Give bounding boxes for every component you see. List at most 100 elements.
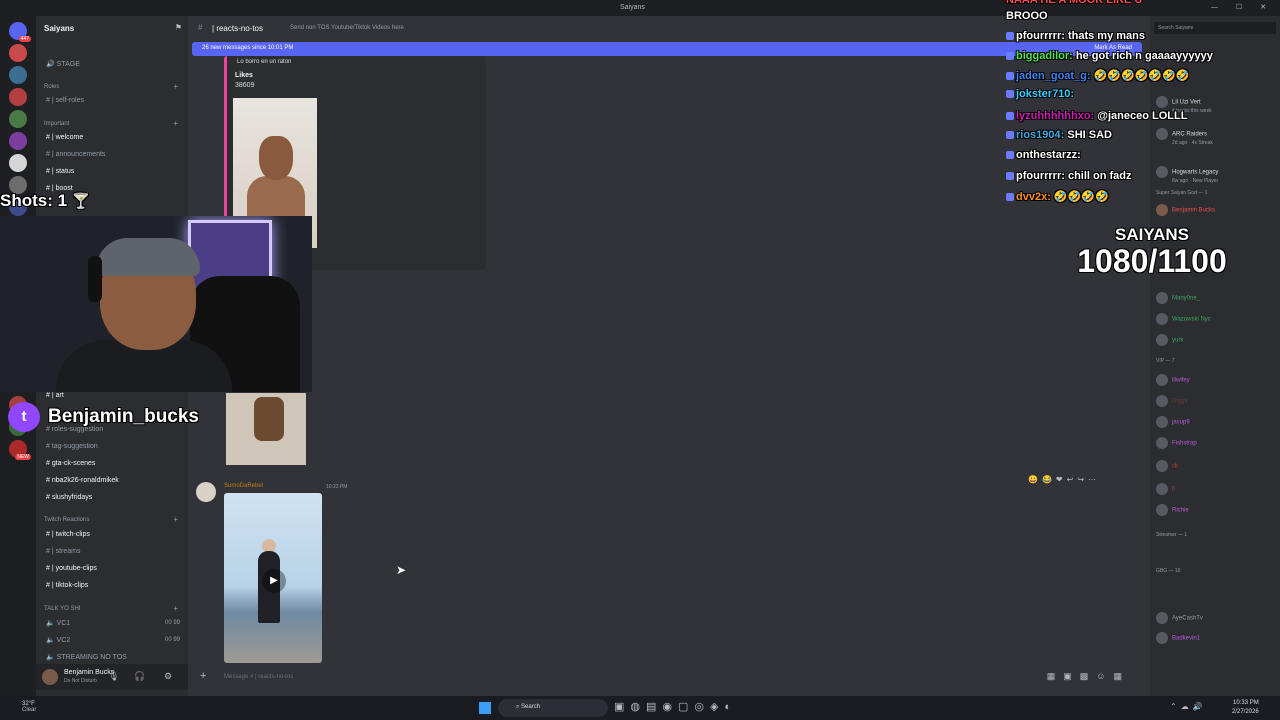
channel-tiktok-clips[interactable]: # | tiktok-clips — [46, 582, 88, 589]
avatar[interactable] — [196, 482, 216, 502]
chat-badge-icon — [1006, 52, 1014, 61]
message-composer[interactable]: + Message # | reacts-no-tos ▦▣▩☺▦ — [196, 666, 1138, 688]
chat-username: dvv2x: — [1016, 191, 1054, 203]
notification-badge: 447 — [18, 36, 31, 42]
chat-username: jokster710: — [1016, 88, 1075, 100]
clock[interactable]: 10:33 PM 2/27/2026 — [1232, 699, 1259, 717]
member-item[interactable]: Badkevin1 — [1156, 632, 1200, 644]
search-input[interactable]: Search Saiyans — [1154, 22, 1276, 34]
member-item[interactable]: Diggs — [1156, 395, 1187, 407]
cocktail-icon: 🍸 — [71, 193, 91, 210]
member-item[interactable]: Hogwarts Legacy 8w ago · New Player — [1156, 166, 1218, 184]
window-controls[interactable]: — ☐ ✕ — [1211, 3, 1274, 11]
headset — [88, 256, 102, 302]
taskbar: 32°F Clear ⌕ Search ▣◍▤◉▢◎◈◐ ⌃☁🔊 10:33 PM… — [0, 696, 1280, 720]
windows-start-icon[interactable] — [479, 702, 491, 714]
video-attachment[interactable]: ▶ — [224, 493, 322, 663]
server-icon[interactable] — [9, 66, 27, 84]
channel-self-roles[interactable]: # | self-roles — [46, 97, 84, 104]
category-roles[interactable]: Roles — [44, 84, 59, 90]
server-icon[interactable] — [9, 154, 27, 172]
member-item[interactable]: Many0ne_ — [1156, 292, 1200, 304]
channel-twitch-clips[interactable]: # | twitch-clips — [46, 531, 90, 538]
member-item[interactable]: Wazowski Nyc — [1156, 313, 1211, 325]
member-name: 0 — [1172, 486, 1176, 493]
member-item[interactable]: Richie — [1156, 504, 1189, 516]
member-item[interactable]: Fishstrap — [1156, 437, 1197, 449]
member-name: Diggs — [1172, 398, 1188, 405]
chat-username: pfourrrrr: — [1016, 30, 1068, 42]
member-item[interactable]: lilwifey — [1156, 374, 1190, 386]
taskbar-search[interactable]: ⌕ Search — [498, 699, 608, 717]
member-name: jasup9 — [1172, 419, 1190, 426]
headphones-icon[interactable]: 🎧 — [134, 671, 145, 682]
channel-nba[interactable]: # nba2k26-ronaldmikek — [46, 477, 119, 484]
member-item[interactable]: ck — [1156, 460, 1178, 472]
server-icon[interactable] — [9, 44, 27, 62]
member-item[interactable]: Benjamin Bucks — [1156, 204, 1215, 216]
avatar[interactable] — [42, 669, 58, 685]
category-important[interactable]: Important — [44, 121, 69, 127]
add-channel-icon[interactable]: + — [173, 515, 178, 524]
system-tray-icon[interactable]: ⌃☁🔊 — [1170, 702, 1207, 711]
channel-announcements[interactable]: # | announcements — [46, 151, 105, 158]
pinned-apps-icon[interactable]: ▣◍▤◉▢◎◈◐ — [614, 700, 737, 713]
channel-art[interactable]: # | art — [46, 392, 64, 399]
thumbnail-face — [259, 136, 293, 180]
embed-thumbnail-second[interactable] — [226, 393, 306, 465]
channel-status[interactable]: # | status — [46, 168, 74, 175]
member-item[interactable]: jasup9 — [1156, 416, 1190, 428]
weather-widget[interactable]: 32°F Clear — [22, 701, 36, 713]
goal-value: 1080/1100 — [1077, 243, 1227, 279]
add-channel-icon[interactable]: + — [173, 119, 178, 128]
guild-name[interactable]: Saiyans — [44, 24, 74, 33]
channel-slushy[interactable]: # slushyfridays — [46, 494, 92, 501]
voice-streaming[interactable]: 🔈 STREAMING NO TOS — [46, 653, 127, 661]
microphone-icon[interactable]: 🎙 — [108, 671, 119, 682]
message-input[interactable]: Message # | reacts-no-tos — [224, 674, 293, 680]
server-icon[interactable]: 447 — [9, 22, 31, 42]
member-item[interactable]: ARC Raiders 2d ago · 4x Streak — [1156, 128, 1213, 146]
channel-streams[interactable]: # | streams — [46, 548, 81, 555]
likes-value: 38609 — [235, 82, 255, 89]
message-author[interactable]: SumoDaRebel — [224, 483, 263, 489]
server-icon[interactable]: NEW — [9, 440, 31, 460]
member-item[interactable]: yurk — [1156, 334, 1183, 346]
add-member-icon[interactable]: ⚑ — [175, 23, 182, 32]
add-attachment-icon[interactable]: + — [200, 670, 206, 682]
member-item[interactable]: AyeCashTv — [1156, 612, 1203, 624]
server-icon[interactable] — [9, 132, 27, 150]
message-actions[interactable]: 😀😂❤↩↪⋯ — [1028, 475, 1138, 489]
avatar — [1156, 374, 1168, 386]
webcam-overlay — [0, 216, 312, 392]
channel-stage[interactable]: 🔊 STAGE — [46, 60, 80, 68]
voice-vc2[interactable]: 🔈 VC2 — [46, 636, 70, 644]
chat-username: onthestarzz: — [1016, 149, 1081, 161]
composer-tools-icon[interactable]: ▦▣▩☺▦ — [1047, 671, 1130, 682]
new-messages-banner[interactable]: 26 new messages since 10:01 PM Mark As R… — [192, 42, 1142, 56]
chat-message: onthestarzz: — [1006, 149, 1081, 161]
chat-badge-icon — [1006, 193, 1014, 202]
server-icon[interactable] — [9, 110, 27, 128]
channel-gta[interactable]: # gta-ck-scenes — [46, 460, 95, 467]
play-icon[interactable]: ▶ — [262, 569, 286, 593]
add-channel-icon[interactable]: + — [173, 604, 178, 613]
member-name: ARC Raiders — [1172, 131, 1208, 138]
channel-youtube-clips[interactable]: # | youtube-clips — [46, 565, 97, 572]
hash-icon: # — [198, 23, 203, 32]
category-twitch[interactable]: Twitch Reactions — [44, 517, 89, 523]
gear-icon[interactable]: ⚙ — [164, 671, 172, 682]
server-icon[interactable] — [9, 88, 27, 106]
channel-welcome[interactable]: # | welcome — [46, 134, 83, 141]
user-name: Benjamin Bucks — [64, 669, 115, 676]
channel-topic[interactable]: Send non TOS Youtube/Tiktok Videos here — [290, 25, 404, 31]
chat-username: lyzuhhhhhhxo: — [1016, 110, 1098, 122]
chat-badge-icon — [1006, 172, 1014, 181]
voice-vc1[interactable]: 🔈 VC1 — [46, 619, 70, 627]
member-name: Fishstrap — [1172, 440, 1197, 447]
channel-tag-suggestion[interactable]: # tag-suggestion — [46, 443, 98, 450]
category-talk[interactable]: TALK YO SHI — [44, 606, 80, 612]
add-channel-icon[interactable]: + — [173, 82, 178, 91]
member-item[interactable]: 0 — [1156, 483, 1175, 495]
notification-badge: NEW — [15, 454, 31, 460]
